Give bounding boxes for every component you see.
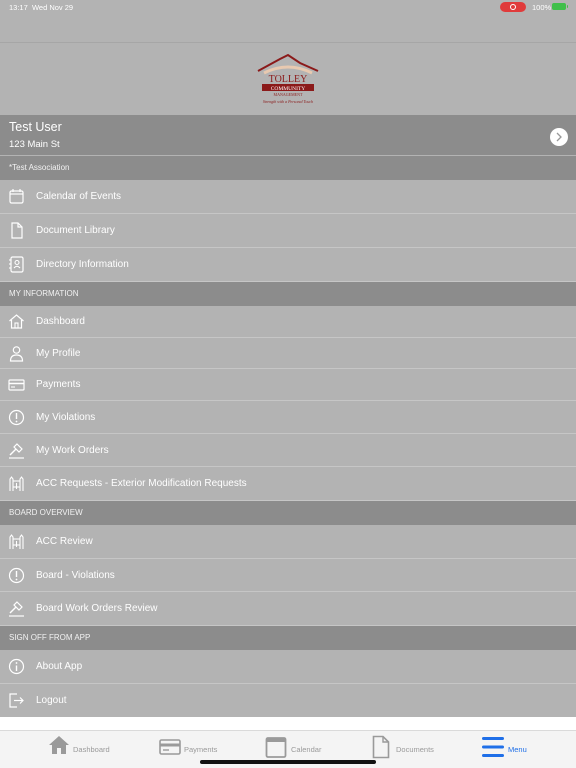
home-indicator[interactable] [200,760,376,764]
menu-item-label: My Work Orders [36,445,109,456]
tab-label: Dashboard [73,745,110,754]
menu-item-acc-requests[interactable]: ACC Requests - Exterior Modification Req… [0,467,576,501]
menu-item-label: Calendar of Events [36,191,122,202]
menu-item-label: Board Work Orders Review [36,603,158,614]
sign-off-header: SIGN OFF FROM APP [0,626,576,650]
user-address: 123 Main St [9,139,60,150]
alert-circle-icon [8,567,25,584]
tab-label: Documents [396,745,434,754]
tab-label: Payments [184,745,218,754]
status-bar: 13:17 Wed Nov 29 100% [0,0,576,14]
alert-circle-icon [8,409,25,426]
menu-item-my-violations[interactable]: My Violations [0,401,576,434]
logo-area: TOLLEY COMMUNITY MANAGEMENT Strength wit… [0,43,576,115]
menu-item-label: ACC Review [36,536,93,547]
info-icon [8,658,25,675]
document-icon [11,222,23,239]
menu-item-label: Directory Information [36,259,129,270]
home-icon [49,736,69,754]
menu-item-logout[interactable]: Logout [0,684,576,717]
tab-documents[interactable]: Documents [372,733,442,763]
battery-percent: 100% [532,3,552,12]
user-profile-header[interactable]: Test User 123 Main St [0,115,576,155]
menu-item-label: My Profile [36,348,81,359]
tab-label: Calendar [291,745,322,754]
menu-item-board-work-orders-review[interactable]: Board Work Orders Review [0,592,576,626]
menu-item-acc-review[interactable]: ACC Review [0,525,576,559]
fence-icon [9,534,24,549]
menu-item-my-work-orders[interactable]: My Work Orders [0,434,576,467]
contact-card-icon [9,256,24,273]
menu-item-directory-information[interactable]: Directory Information [0,248,576,282]
credit-card-icon [159,739,181,755]
user-name: Test User [9,120,62,134]
hammer-icon [9,601,24,617]
menu-item-label: Board - Violations [36,570,115,581]
menu-item-label: Logout [36,695,67,706]
logout-icon [9,693,24,708]
tab-payments[interactable]: Payments [159,733,229,763]
hammer-icon [9,443,24,459]
battery-icon [552,3,568,10]
menu-item-label: Dashboard [36,316,85,327]
menu-item-my-profile[interactable]: My Profile [0,338,576,369]
svg-text:Strength with a Personal Touch: Strength with a Personal Touch [263,99,313,104]
tab-menu[interactable]: Menu [482,733,542,763]
menu-item-board-violations[interactable]: Board - Violations [0,559,576,592]
tolley-logo: TOLLEY COMMUNITY MANAGEMENT Strength wit… [257,53,319,104]
my-information-header: MY INFORMATION [0,282,576,306]
menu-item-label: About App [36,661,83,672]
association-header: *Test Association [0,156,576,180]
content-bottom-spacer [0,717,576,730]
menu-item-dashboard[interactable]: Dashboard [0,306,576,338]
svg-text:TOLLEY: TOLLEY [269,74,308,85]
tab-dashboard[interactable]: Dashboard [48,733,118,763]
calendar-icon [265,737,287,758]
home-icon [9,314,24,329]
fence-icon [9,476,24,491]
tab-calendar[interactable]: Calendar [265,733,335,763]
menu-item-label: My Violations [36,412,96,423]
status-time: 13:17 Wed Nov 29 [9,3,74,12]
board-overview-header: BOARD OVERVIEW [0,501,576,525]
navigation-bar [0,14,576,43]
menu-item-calendar-of-events[interactable]: Calendar of Events [0,180,576,214]
svg-text:MANAGEMENT: MANAGEMENT [274,92,303,97]
chevron-right-icon[interactable] [550,128,568,146]
screen-recording-icon [500,2,526,12]
person-icon [9,346,24,362]
menu-item-label: Payments [36,379,81,390]
menu-icon [482,737,504,757]
credit-card-icon [8,379,25,391]
menu-item-label: Document Library [36,225,115,236]
menu-item-payments[interactable]: Payments [0,369,576,401]
menu-item-label: ACC Requests - Exterior Modification Req… [36,478,247,489]
menu-item-about-app[interactable]: About App [0,650,576,684]
document-icon [372,735,390,759]
calendar-icon [9,189,24,204]
tab-label: Menu [508,745,527,754]
menu-item-document-library[interactable]: Document Library [0,214,576,248]
